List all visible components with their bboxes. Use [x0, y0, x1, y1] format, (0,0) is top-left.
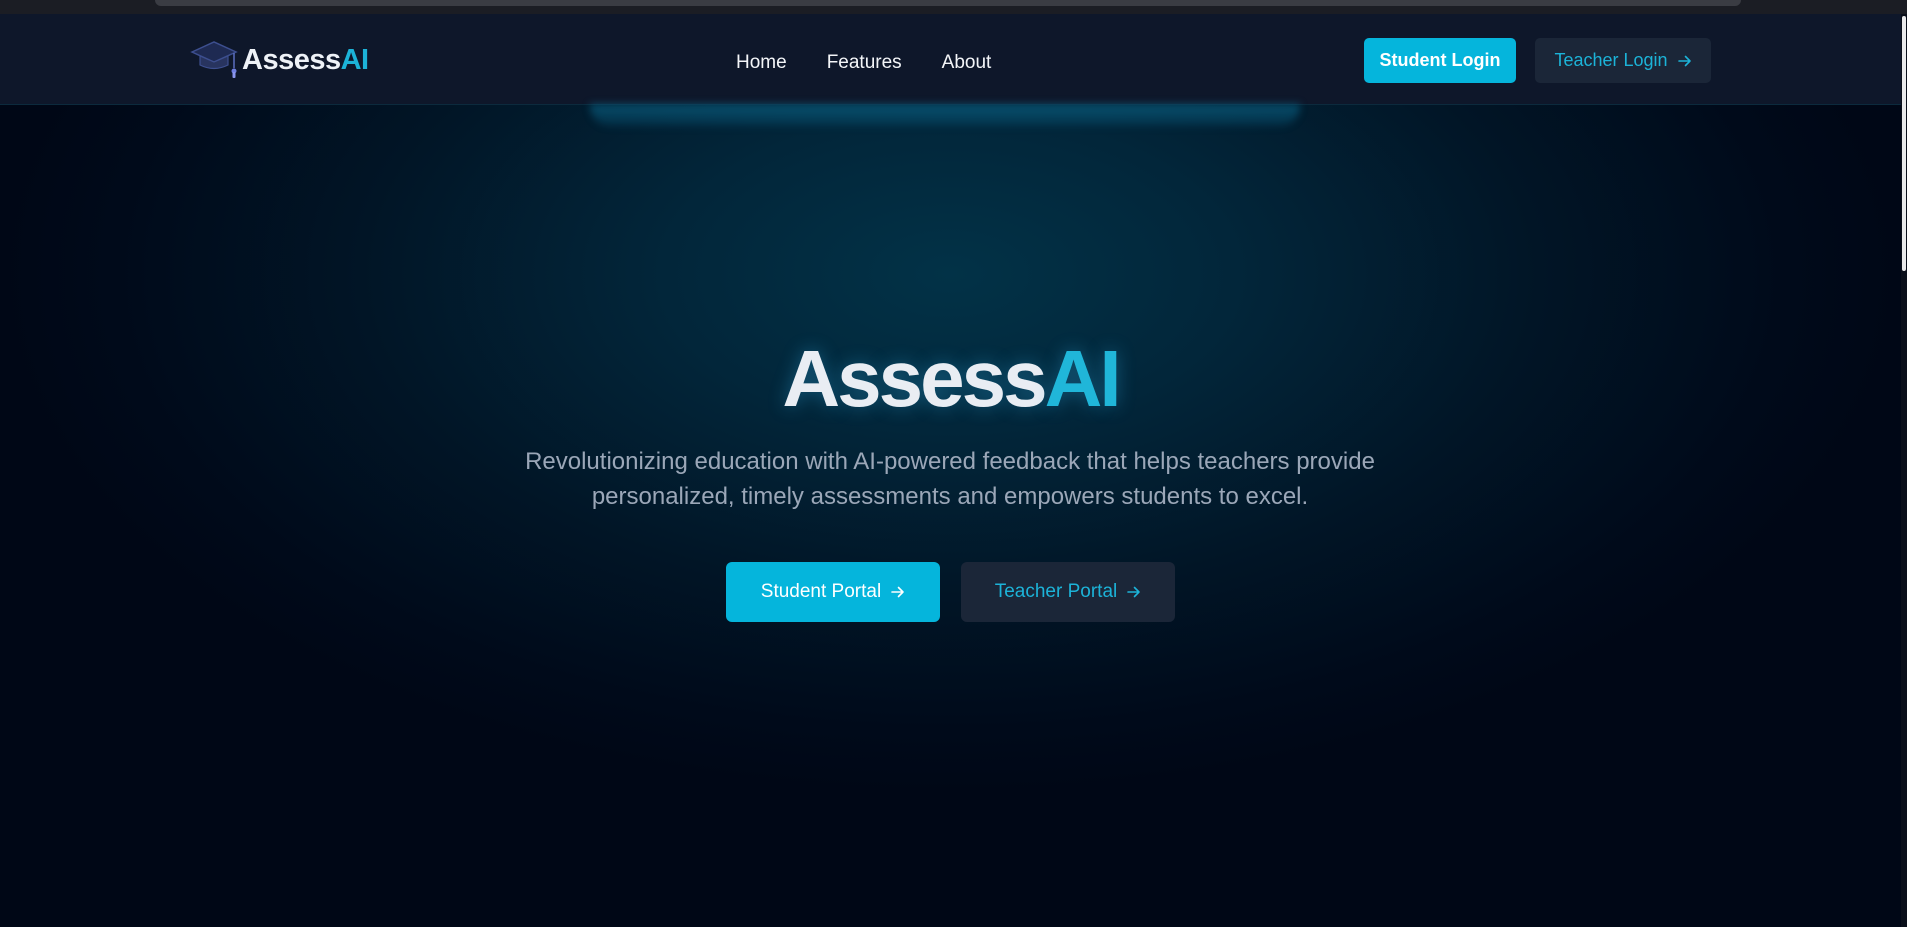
teacher-login-button[interactable]: Teacher Login: [1535, 38, 1711, 83]
nav-links: Home Features About: [736, 53, 1031, 81]
hero-title-accent: AI: [1044, 334, 1122, 423]
teacher-portal-label: Teacher Portal: [994, 581, 1118, 602]
arrow-right-icon: [891, 586, 905, 598]
student-login-label: Student Login: [1379, 50, 1501, 70]
hero-title: AssessAI: [0, 339, 1901, 419]
header-glow: [590, 104, 1300, 126]
brand-name-main: Assess: [242, 43, 341, 76]
page-scrollbar[interactable]: [1901, 14, 1907, 927]
hero-title-main: Assess: [782, 334, 1047, 423]
student-portal-button[interactable]: Student Portal: [726, 562, 940, 622]
student-login-button[interactable]: Student Login: [1364, 38, 1516, 83]
arrow-right-icon: [1677, 55, 1691, 66]
arrow-right-icon: [1127, 586, 1141, 598]
teacher-login-label: Teacher Login: [1554, 50, 1668, 70]
landing-page: AssessAI Home Features About Student Log…: [0, 14, 1901, 927]
scrollbar-thumb[interactable]: [1902, 16, 1906, 271]
graduation-cap-icon: [190, 41, 238, 78]
top-navbar: AssessAI Home Features About Student Log…: [0, 14, 1901, 105]
brand-name-accent: AI: [340, 43, 370, 76]
brand-logo[interactable]: AssessAI: [190, 34, 369, 86]
brand-name: AssessAI: [242, 44, 369, 77]
nav-link-home[interactable]: Home: [736, 53, 787, 72]
browser-tab-strip: [155, 0, 1741, 6]
hero-subtitle: Revolutionizing education with AI-powere…: [525, 448, 1375, 510]
nav-link-about[interactable]: About: [942, 53, 992, 72]
nav-link-features[interactable]: Features: [827, 53, 902, 72]
browser-chrome: [0, 0, 1907, 14]
teacher-portal-button[interactable]: Teacher Portal: [961, 562, 1175, 622]
student-portal-label: Student Portal: [760, 581, 882, 602]
